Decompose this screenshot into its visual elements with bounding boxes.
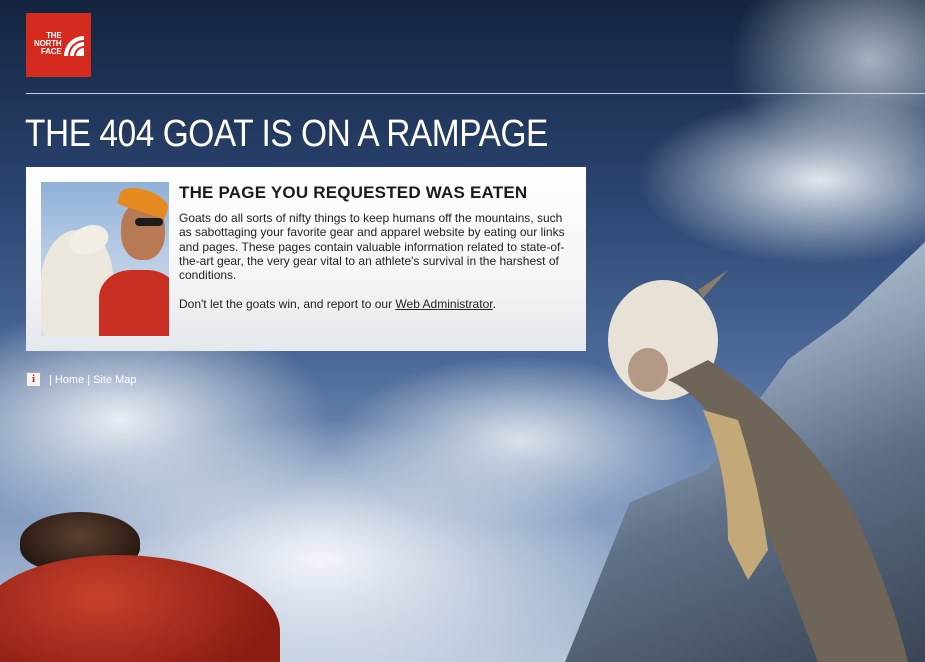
web-administrator-link[interactable]: Web Administrator <box>395 297 492 311</box>
page-headline: THE 404 GOAT IS ON A RAMPAGE <box>25 113 548 155</box>
nav-separator: | <box>87 373 91 386</box>
footer-suffix: . <box>492 297 496 311</box>
error-panel: THE PAGE YOU REQUESTED WAS EATEN Goats d… <box>26 167 586 351</box>
logo-arcs-icon <box>63 36 84 56</box>
north-face-logo[interactable]: THE NORTH FACE <box>26 13 91 77</box>
nav-separator: | <box>49 373 52 386</box>
panel-body: Goats do all sorts of nifty things to ke… <box>179 211 565 283</box>
photo-climber-glasses <box>135 218 163 226</box>
footer-prefix: Don't let the goats win, and report to o… <box>179 297 396 311</box>
climber-jacket <box>0 555 280 662</box>
home-link[interactable]: Home <box>55 374 84 386</box>
photo-climber-torso <box>99 270 169 336</box>
header-divider <box>26 93 925 94</box>
logo-text: THE NORTH FACE <box>34 31 62 56</box>
site-map-link[interactable]: Site Map <box>93 374 136 386</box>
footer-nav: i | Home | Site Map <box>26 372 136 387</box>
climber-with-goat-photo <box>41 182 169 336</box>
goat-figure <box>608 260 908 662</box>
panel-title: THE PAGE YOU REQUESTED WAS EATEN <box>179 183 528 202</box>
info-icon[interactable]: i <box>26 372 41 387</box>
panel-footer-text: Don't let the goats win, and report to o… <box>179 297 574 311</box>
